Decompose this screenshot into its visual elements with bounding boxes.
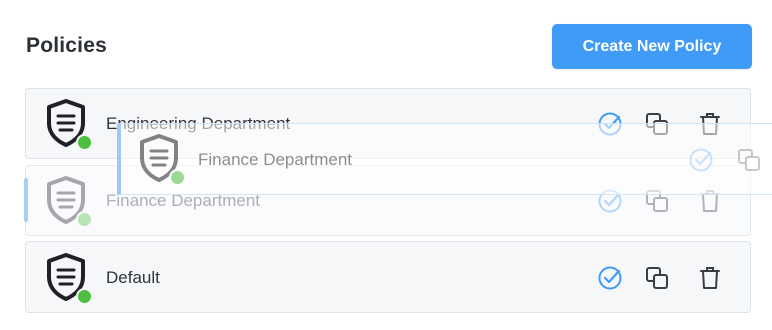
page-title: Policies [26, 34, 107, 57]
policies-page: Policies Create New Policy Engineering D… [0, 0, 772, 330]
drop-indicator [24, 178, 28, 222]
drag-preview-finance[interactable]: Finance Department [117, 123, 772, 195]
status-active-indicator [169, 169, 186, 186]
status-active-indicator [76, 211, 93, 228]
shield-icon [45, 253, 93, 305]
status-active-indicator [76, 288, 93, 305]
copy-icon [733, 144, 765, 176]
shield-icon [138, 134, 186, 186]
copy-icon[interactable] [641, 262, 673, 294]
drag-preview-content: Finance Department [121, 124, 772, 194]
drag-preview-name: Finance Department [198, 150, 353, 169]
check-icon[interactable] [594, 262, 626, 294]
create-new-policy-button[interactable]: Create New Policy [552, 24, 752, 69]
status-active-indicator [76, 134, 93, 151]
shield-icon [45, 176, 93, 228]
policy-row-default[interactable]: Default [25, 241, 751, 313]
trash-icon[interactable] [694, 262, 726, 294]
shield-icon [45, 99, 93, 151]
policy-name: Default [106, 268, 160, 287]
check-icon [685, 144, 717, 176]
